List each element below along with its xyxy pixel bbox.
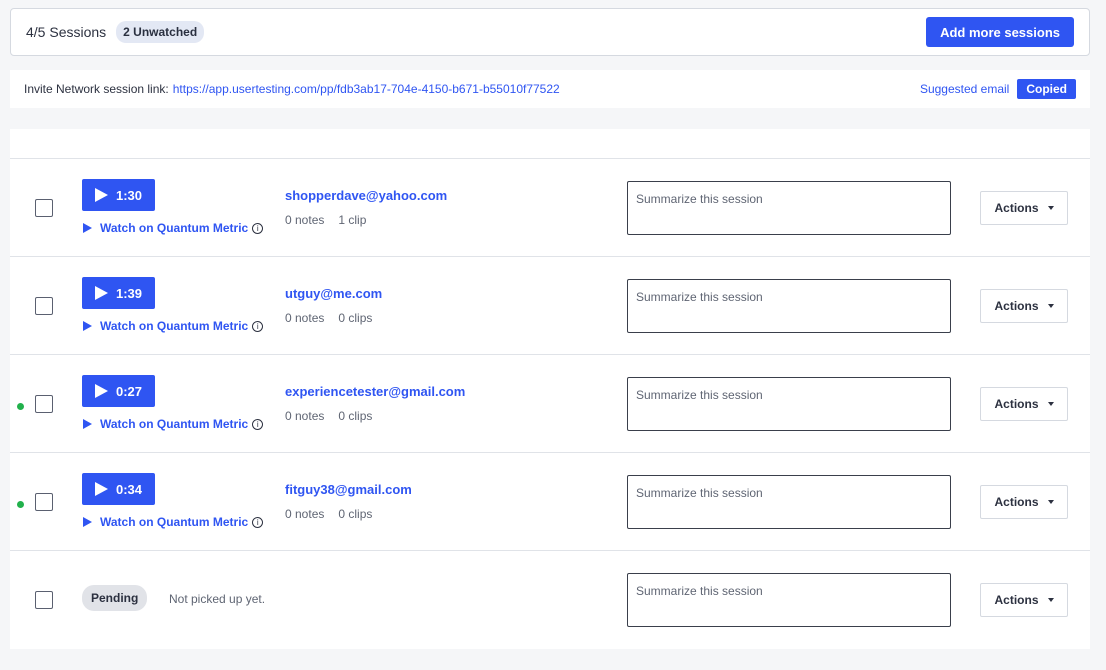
play-session-button[interactable]: 1:39: [82, 277, 156, 309]
participant-email[interactable]: utguy@me.com: [285, 286, 382, 301]
info-icon[interactable]: i: [252, 516, 264, 528]
notes-count: 0 notes: [285, 409, 325, 423]
session-duration: 1:39: [116, 285, 143, 301]
play-icon: [95, 482, 108, 496]
session-row: 0:27 Watch on Quantum Metric i experienc…: [10, 355, 1090, 453]
session-row: 1:30 Watch on Quantum Metric i shopperda…: [10, 159, 1090, 257]
play-session-button[interactable]: 1:30: [82, 179, 156, 211]
sessions-count: 4/5 Sessions: [26, 24, 107, 40]
play-icon: [83, 517, 92, 527]
summary-input[interactable]: [627, 573, 951, 627]
invite-link[interactable]: https://app.usertesting.com/pp/fdb3ab17-…: [173, 82, 560, 96]
play-icon: [95, 188, 108, 202]
caret-down-icon: [1047, 402, 1054, 406]
play-session-button[interactable]: 0:34: [82, 473, 156, 505]
watch-label: Watch on Quantum Metric: [100, 515, 249, 529]
play-icon: [83, 321, 92, 331]
play-icon: [95, 384, 108, 398]
session-row: 0:34 Watch on Quantum Metric i fitguy38@…: [10, 453, 1090, 551]
session-row: 1:39 Watch on Quantum Metric i utguy@me.…: [10, 257, 1090, 355]
add-more-sessions-button[interactable]: Add more sessions: [926, 17, 1074, 47]
summary-input[interactable]: [627, 279, 951, 333]
sessions-table: 1:30 Watch on Quantum Metric i shopperda…: [10, 129, 1090, 649]
summary-input[interactable]: [627, 377, 951, 431]
pending-badge: Pending: [82, 585, 148, 611]
participant-email[interactable]: experiencetester@gmail.com: [285, 384, 465, 399]
participant-email[interactable]: shopperdave@yahoo.com: [285, 188, 447, 203]
row-checkbox[interactable]: [35, 591, 53, 609]
clips-count: 0 clips: [338, 311, 373, 325]
unwatched-dot: [17, 501, 24, 508]
actions-dropdown[interactable]: Actions: [980, 387, 1068, 421]
session-meta: 0 notes 0 clips: [285, 409, 372, 423]
caret-down-icon: [1047, 500, 1054, 504]
play-icon: [83, 223, 92, 233]
session-duration: 0:34: [116, 481, 143, 497]
notes-count: 0 notes: [285, 213, 325, 227]
copied-button[interactable]: Copied: [1017, 79, 1076, 99]
actions-dropdown[interactable]: Actions: [980, 583, 1068, 617]
row-checkbox[interactable]: [35, 297, 53, 315]
session-duration: 1:30: [116, 187, 143, 203]
notes-count: 0 notes: [285, 507, 325, 521]
watch-label: Watch on Quantum Metric: [100, 417, 249, 431]
caret-down-icon: [1047, 598, 1054, 602]
actions-dropdown[interactable]: Actions: [980, 191, 1068, 225]
actions-label: Actions: [994, 495, 1039, 509]
pending-row: Pending Not picked up yet. Actions: [10, 551, 1090, 649]
suggested-email-link[interactable]: Suggested email: [920, 82, 1009, 96]
actions-label: Actions: [994, 593, 1039, 607]
watch-label: Watch on Quantum Metric: [100, 319, 249, 333]
summary-input[interactable]: [627, 475, 951, 529]
session-meta: 0 notes 0 clips: [285, 311, 372, 325]
actions-label: Actions: [994, 201, 1039, 215]
clips-count: 0 clips: [338, 409, 373, 423]
play-icon: [83, 419, 92, 429]
participant-email[interactable]: fitguy38@gmail.com: [285, 482, 412, 497]
clips-count: 0 clips: [338, 507, 373, 521]
watch-label: Watch on Quantum Metric: [100, 221, 249, 235]
watch-quantum-metric-link[interactable]: Watch on Quantum Metric i: [83, 515, 264, 529]
notes-count: 0 notes: [285, 311, 325, 325]
info-icon[interactable]: i: [252, 320, 264, 332]
sessions-header: 4/5 Sessions 2 Unwatched Add more sessio…: [10, 8, 1090, 56]
invite-label: Invite Network session link:: [24, 82, 169, 96]
table-header: [10, 129, 1090, 159]
summary-input[interactable]: [627, 181, 951, 235]
actions-label: Actions: [994, 397, 1039, 411]
caret-down-icon: [1047, 206, 1054, 210]
actions-dropdown[interactable]: Actions: [980, 289, 1068, 323]
play-icon: [95, 286, 108, 300]
actions-dropdown[interactable]: Actions: [980, 485, 1068, 519]
play-session-button[interactable]: 0:27: [82, 375, 156, 407]
unwatched-dot: [17, 403, 24, 410]
watch-quantum-metric-link[interactable]: Watch on Quantum Metric i: [83, 221, 264, 235]
unwatched-badge: 2 Unwatched: [116, 21, 205, 43]
caret-down-icon: [1047, 304, 1054, 308]
session-meta: 0 notes 0 clips: [285, 507, 372, 521]
session-duration: 0:27: [116, 383, 143, 399]
session-meta: 0 notes 1 clip: [285, 213, 366, 227]
watch-quantum-metric-link[interactable]: Watch on Quantum Metric i: [83, 417, 264, 431]
row-checkbox[interactable]: [35, 199, 53, 217]
info-icon[interactable]: i: [252, 418, 264, 430]
clips-count: 1 clip: [338, 213, 367, 227]
row-checkbox[interactable]: [35, 493, 53, 511]
info-icon[interactable]: i: [252, 222, 264, 234]
watch-quantum-metric-link[interactable]: Watch on Quantum Metric i: [83, 319, 264, 333]
invite-link-bar: Invite Network session link: https://app…: [10, 70, 1090, 108]
pending-status-text: Not picked up yet.: [169, 592, 266, 606]
actions-label: Actions: [994, 299, 1039, 313]
row-checkbox[interactable]: [35, 395, 53, 413]
